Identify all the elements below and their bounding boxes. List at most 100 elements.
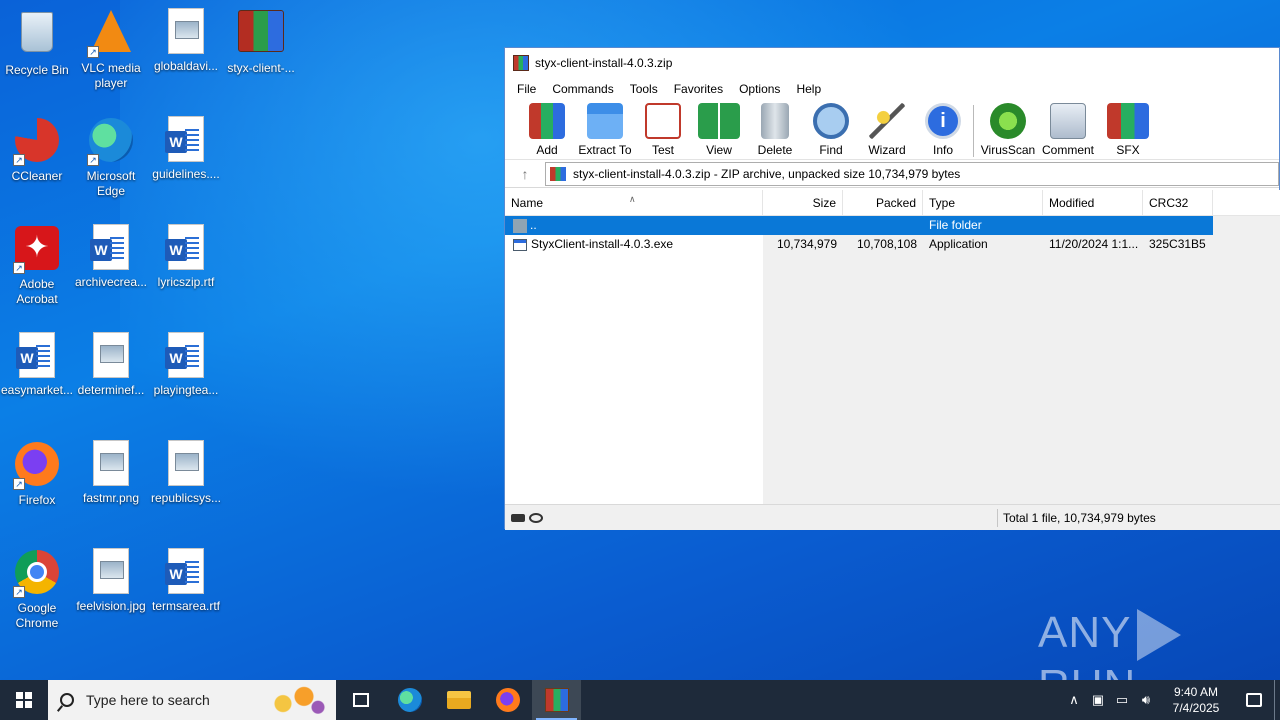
defender-icon[interactable]: ▣: [1086, 692, 1110, 708]
system-tray: ∧ ▣ ▭ 🔊︎ 9:40 AM 7/4/2025: [1062, 680, 1280, 720]
archive-path-field[interactable]: styx-client-install-4.0.3.zip - ZIP arch…: [545, 161, 1279, 186]
taskbar-firefox[interactable]: [483, 680, 532, 720]
extract-to-icon: [587, 103, 623, 139]
status-text: Total 1 file, 10,734,979 bytes: [1003, 511, 1156, 525]
comment-button[interactable]: Comment: [1036, 103, 1100, 157]
row-packed: [843, 216, 923, 235]
key-icon[interactable]: [529, 512, 543, 523]
desktop-icon-styx-client[interactable]: styx-client-...: [224, 8, 298, 76]
desktop-icon-label: guidelines....: [152, 167, 220, 181]
image-file-icon: [87, 548, 135, 596]
word-doc-icon: W: [87, 224, 135, 272]
sfx-icon: [1107, 103, 1149, 139]
desktop-icon-adobe-acrobat[interactable]: ✦ ↗ Adobe Acrobat: [0, 224, 74, 307]
title-bar[interactable]: styx-client-install-4.0.3.zip: [505, 48, 1279, 78]
info-label: Info: [932, 143, 953, 157]
toolbar: Add Extract To Test View Delete Find Wiz…: [505, 100, 1279, 160]
drive-icon[interactable]: [511, 513, 525, 522]
network-icon[interactable]: ▭: [1110, 692, 1134, 708]
column-crc32[interactable]: CRC32: [1143, 190, 1213, 216]
column-crc32-label: CRC32: [1149, 196, 1189, 210]
wizard-button[interactable]: Wizard: [859, 103, 915, 157]
menu-options[interactable]: Options: [731, 82, 788, 96]
menu-favorites[interactable]: Favorites: [666, 82, 731, 96]
add-button[interactable]: Add: [519, 103, 575, 157]
extract-to-label: Extract To: [578, 143, 632, 157]
desktop-icon-label: styx-client-...: [227, 61, 295, 75]
taskbar-winrar[interactable]: [532, 680, 581, 720]
up-one-level-button[interactable]: ↑: [505, 166, 545, 182]
wizard-label: Wizard: [868, 143, 906, 157]
taskbar-edge[interactable]: [385, 680, 434, 720]
desktop-icon-ccleaner[interactable]: ↗ CCleaner: [0, 116, 74, 184]
desktop-icon-republicsys[interactable]: republicsys...: [149, 440, 223, 506]
column-modified[interactable]: Modified: [1043, 190, 1143, 216]
desktop-icon-fastmr[interactable]: fastmr.png: [74, 440, 148, 506]
desktop-icon-termsarea[interactable]: W termsarea.rtf: [149, 548, 223, 614]
desktop-icon-globaldavi[interactable]: globaldavi...: [149, 8, 223, 74]
desktop-icon-label: playingtea...: [153, 383, 219, 397]
info-icon: i: [925, 103, 961, 139]
menu-commands[interactable]: Commands: [544, 82, 621, 96]
desktop-icon-lyricszip[interactable]: W lyricszip.rtf: [149, 224, 223, 290]
menu-tools[interactable]: Tools: [622, 82, 666, 96]
column-type[interactable]: Type: [923, 190, 1043, 216]
column-size[interactable]: Size: [763, 190, 843, 216]
arrow-up-icon: ↑: [521, 165, 529, 182]
column-name[interactable]: Name ∧: [505, 190, 763, 216]
watermark-right: RUN: [1038, 661, 1136, 680]
info-button[interactable]: i Info: [915, 103, 971, 157]
chevron-up-icon[interactable]: ∧: [1062, 692, 1086, 708]
task-view-button[interactable]: [336, 680, 385, 720]
shortcut-arrow-icon: ↗: [13, 586, 25, 598]
find-button[interactable]: Find: [803, 103, 859, 157]
delete-button[interactable]: Delete: [747, 103, 803, 157]
view-button[interactable]: View: [691, 103, 747, 157]
desktop-icon-determinef[interactable]: determinef...: [74, 332, 148, 398]
clock[interactable]: 9:40 AM 7/4/2025: [1158, 684, 1234, 716]
notification-center-button[interactable]: [1234, 680, 1274, 720]
wizard-icon: [869, 103, 905, 139]
desktop-icon-easymarket[interactable]: W easymarket...: [0, 332, 74, 398]
show-desktop-button[interactable]: [1274, 680, 1280, 720]
menu-help[interactable]: Help: [788, 82, 829, 96]
notification-icon: [1246, 693, 1262, 707]
row-size: [763, 216, 843, 235]
taskbar-file-explorer[interactable]: [434, 680, 483, 720]
desktop-icon-google-chrome[interactable]: ↗ Google Chrome: [0, 548, 74, 631]
test-button[interactable]: Test: [635, 103, 691, 157]
acrobat-icon: ✦ ↗: [13, 226, 61, 274]
column-packed[interactable]: Packed: [843, 190, 923, 216]
table-row-parent-folder[interactable]: .. File folder: [505, 216, 1213, 235]
desktop-icon-vlc[interactable]: ↗ VLC media player: [74, 8, 148, 91]
menu-file[interactable]: File: [509, 82, 544, 96]
archive-path-text: styx-client-install-4.0.3.zip - ZIP arch…: [573, 166, 961, 181]
word-doc-icon: W: [162, 116, 210, 164]
taskbar: Type here to search ∧ ▣ ▭ 🔊︎ 9:40 AM 7/4…: [0, 680, 1280, 720]
anyrun-watermark: ANY RUN: [1038, 608, 1280, 680]
column-name-label: Name: [511, 196, 544, 210]
desktop-icon-firefox[interactable]: ↗ Firefox: [0, 440, 74, 508]
start-button[interactable]: [0, 680, 48, 720]
column-type-label: Type: [929, 196, 956, 210]
desktop-icon-recycle-bin[interactable]: Recycle Bin: [0, 8, 74, 78]
taskbar-search-box[interactable]: Type here to search: [48, 680, 336, 720]
winrar-icon: [544, 688, 569, 712]
virusscan-button[interactable]: VirusScan: [980, 103, 1036, 157]
extract-to-button[interactable]: Extract To: [575, 103, 635, 157]
volume-icon[interactable]: 🔊︎: [1134, 692, 1158, 708]
desktop-icon-archivecrea[interactable]: W archivecrea...: [74, 224, 148, 290]
table-row-exe[interactable]: StyxClient-install-4.0.3.exe 10,734,979 …: [505, 235, 1213, 254]
desktop-icon-microsoft-edge[interactable]: ↗ Microsoft Edge: [74, 116, 148, 199]
firefox-icon: [495, 688, 520, 712]
sfx-button[interactable]: SFX: [1100, 103, 1156, 157]
desktop-icon-guidelines[interactable]: W guidelines....: [149, 116, 223, 182]
chrome-icon: ↗: [13, 550, 61, 598]
zip-archive-icon: [550, 166, 566, 181]
clock-time: 9:40 AM: [1173, 685, 1219, 699]
find-label: Find: [819, 143, 843, 157]
desktop-icon-playingtea[interactable]: W playingtea...: [149, 332, 223, 398]
desktop-icon-label: globaldavi...: [153, 59, 219, 73]
view-label: View: [706, 143, 732, 157]
desktop-icon-feelvision[interactable]: feelvision.jpg: [74, 548, 148, 614]
